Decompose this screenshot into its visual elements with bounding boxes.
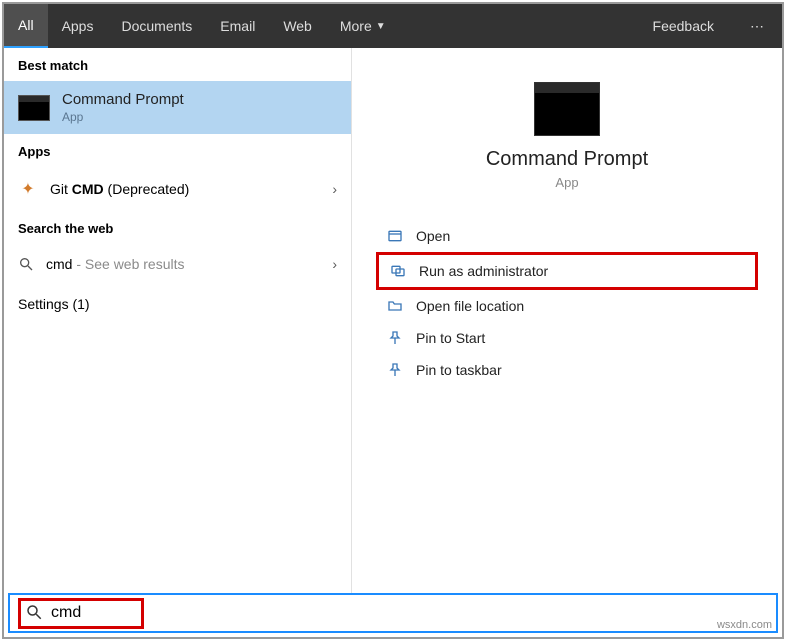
search-highlight [18,598,144,629]
folder-icon [386,298,404,314]
shield-icon [389,263,407,279]
search-header: All Apps Documents Email Web More ▼ Feed… [4,4,782,48]
best-match-item[interactable]: Command Prompt App [4,81,351,134]
web-term: cmd [46,256,72,272]
best-match-title: Command Prompt [62,91,184,108]
search-icon [18,256,34,272]
tab-all[interactable]: All [4,4,48,48]
command-prompt-icon [534,82,600,136]
web-suffix: - See web results [72,256,184,272]
tab-web[interactable]: Web [269,4,326,48]
action-open[interactable]: Open [376,220,758,252]
action-pin-to-taskbar[interactable]: Pin to taskbar [376,354,758,386]
results-panel: Best match Command Prompt App Apps ✦ Git… [4,48,352,593]
web-result-label: cmd - See web results [46,256,320,272]
ellipsis-icon: ⋯ [750,18,764,35]
preview-panel: Command Prompt App Open Run as administr… [352,48,782,593]
git-bold: CMD [72,181,104,197]
action-label: Open [416,228,450,244]
search-icon [25,603,43,624]
preview-actions: Open Run as administrator Open file loca… [376,220,758,386]
chevron-right-icon[interactable]: › [332,181,337,197]
tab-documents[interactable]: Documents [107,4,206,48]
settings-result[interactable]: Settings (1) [4,284,351,324]
chevron-down-icon: ▼ [376,21,386,32]
preview-subtitle: App [376,175,758,190]
action-pin-to-start[interactable]: Pin to Start [376,322,758,354]
git-icon: ✦ [18,179,38,199]
search-web-header: Search the web [4,211,351,244]
action-label: Run as administrator [419,263,548,279]
action-label: Open file location [416,298,524,314]
command-prompt-icon [18,95,50,121]
action-label: Pin to taskbar [416,362,502,378]
action-open-file-location[interactable]: Open file location [376,290,758,322]
best-match-header: Best match [4,48,351,81]
chevron-right-icon[interactable]: › [332,256,337,272]
tab-more-label: More [340,18,372,34]
apps-header: Apps [4,134,351,167]
watermark: wsxdn.com [717,619,772,631]
open-icon [386,228,404,244]
git-suffix: (Deprecated) [104,181,190,197]
action-run-as-administrator[interactable]: Run as administrator [376,252,758,290]
tab-email[interactable]: Email [206,4,269,48]
best-match-subtitle: App [62,110,184,124]
feedback-button[interactable]: Feedback [635,4,732,48]
web-result-cmd[interactable]: cmd - See web results › [4,244,351,284]
tab-apps[interactable]: Apps [48,4,108,48]
preview-title: Command Prompt [376,148,758,171]
filter-tabs: All Apps Documents Email Web More ▼ [4,4,400,48]
git-prefix: Git [50,181,72,197]
pin-icon [386,362,404,378]
app-result-label: Git CMD (Deprecated) [50,181,320,197]
app-result-git-cmd[interactable]: ✦ Git CMD (Deprecated) › [4,167,351,211]
search-input[interactable] [51,604,131,622]
pin-icon [386,330,404,346]
more-options-button[interactable]: ⋯ [732,4,782,48]
action-label: Pin to Start [416,330,485,346]
tab-more[interactable]: More ▼ [326,4,400,48]
search-bar[interactable] [8,593,778,633]
